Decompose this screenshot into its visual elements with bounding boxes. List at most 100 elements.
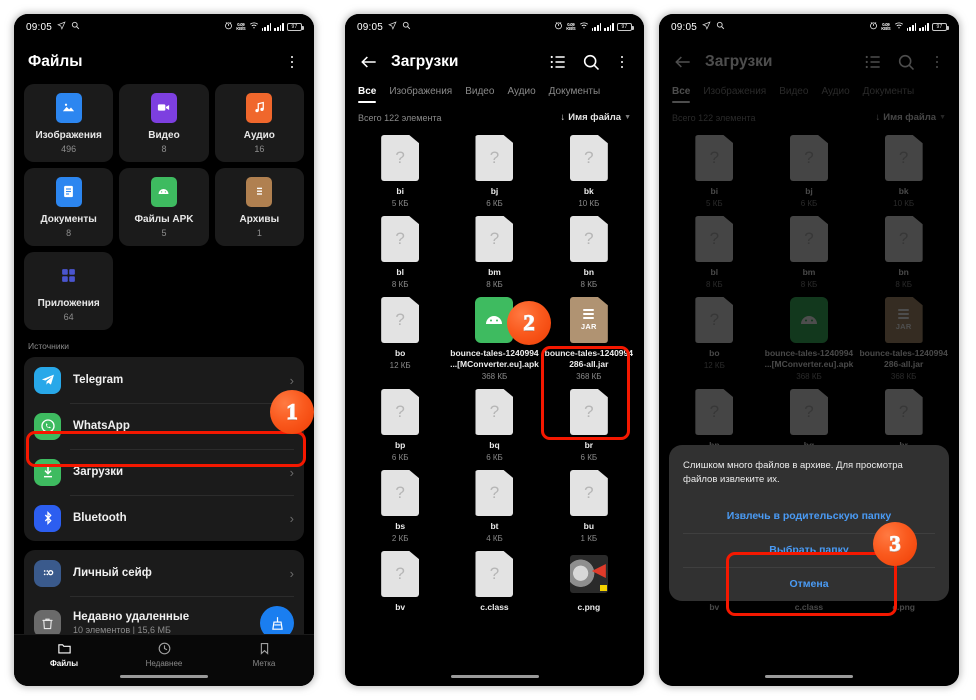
file-tile-jar[interactable]: JAR bounce-tales-1240994 286-all.jar 368… [542, 293, 636, 381]
unknown-file-icon: ? [381, 297, 420, 343]
category-card-video[interactable]: Видео 8 [119, 84, 209, 162]
home-indicator [765, 674, 853, 678]
file-tile-image[interactable]: c.png [542, 547, 636, 613]
jar-file-icon: JAR [884, 297, 923, 343]
category-card-audio[interactable]: Аудио 16 [214, 84, 304, 162]
wifi-icon [249, 21, 259, 33]
tab-documents[interactable]: Документы [863, 86, 915, 103]
list-view-icon[interactable] [548, 52, 568, 72]
tab-images[interactable]: Изображения [389, 86, 452, 103]
sort-control[interactable]: ↓ Имя файла ▼ [876, 112, 946, 123]
back-arrow-icon[interactable] [673, 52, 693, 72]
image-icon [55, 92, 82, 123]
tab-audio[interactable]: Аудио [821, 86, 849, 103]
nav-item-recent[interactable]: Недавнее [114, 641, 214, 668]
phone-screenshot-1: 09:05 0.09 KB/S 97 Файлы Изображения 496… [14, 14, 314, 686]
file-name: bn [583, 267, 595, 277]
file-tile-apk[interactable]: bounce-tales-1240994 ...[MConverter.eu].… [762, 293, 857, 381]
unknown-file-icon: ? [569, 470, 608, 516]
tab-documents[interactable]: Документы [549, 86, 601, 103]
kebab-menu-icon[interactable] [929, 53, 945, 71]
dialog-button-cancel[interactable]: Отмена [669, 567, 949, 601]
category-label: Видео [148, 129, 180, 141]
search-icon [402, 21, 411, 33]
category-count: 8 [161, 143, 167, 154]
unknown-file-icon: ? [475, 389, 514, 435]
file-tile[interactable]: ? bi 5 КБ [353, 131, 447, 208]
file-name: bounce-tales-1240994 286-all.jar [859, 348, 948, 369]
file-name: bq [489, 440, 500, 450]
unknown-file-icon: ? [569, 389, 608, 435]
file-tile[interactable]: ? bn 8 КБ [856, 212, 951, 289]
tab-audio[interactable]: Аудио [507, 86, 535, 103]
file-tile[interactable]: ? c.class [447, 547, 541, 613]
tab-video[interactable]: Видео [465, 86, 494, 103]
file-size: 368 КБ [890, 372, 917, 381]
signal-bars-icon-2 [604, 23, 614, 31]
file-tile[interactable]: ? bk 10 КБ [856, 131, 951, 208]
nav-item-tag[interactable]: Метка [214, 641, 314, 668]
tab-images[interactable]: Изображения [703, 86, 766, 103]
file-name: bs [395, 521, 406, 531]
kebab-menu-icon[interactable] [614, 53, 630, 71]
file-tile[interactable]: ? bj 6 КБ [762, 131, 857, 208]
source-row-bluetooth[interactable]: Bluetooth › [24, 495, 304, 541]
file-tile[interactable]: ? bq 6 КБ [447, 385, 541, 462]
tab-video[interactable]: Видео [779, 86, 808, 103]
extras-row-private-safe[interactable]: Личный сейф › [24, 550, 304, 596]
unknown-file-icon: ? [884, 135, 923, 181]
source-row-whatsapp[interactable]: WhatsApp › [24, 403, 304, 449]
file-tile[interactable]: ? br 6 КБ [542, 385, 636, 462]
bottom-navigation: Файлы Недавнее Метка [14, 634, 314, 686]
file-tile[interactable]: ? bn 8 КБ [542, 212, 636, 289]
jar-icon-label: JAR [895, 322, 912, 331]
unknown-file-icon: ? [381, 135, 420, 181]
file-tile[interactable]: ? bo 12 КБ [667, 293, 762, 381]
image-thumbnail [569, 555, 608, 593]
category-card-documents[interactable]: Документы 8 [24, 168, 114, 246]
tab-all[interactable]: Все [358, 86, 377, 103]
file-name: bm [488, 267, 501, 277]
file-name: bu [583, 521, 595, 531]
file-tile[interactable]: ? bo 12 КБ [353, 293, 447, 381]
unknown-file-icon: ? [381, 216, 420, 262]
file-tile[interactable]: ? bk 10 КБ [542, 131, 636, 208]
category-card-apk[interactable]: Файлы APK 5 [119, 168, 209, 246]
file-tile[interactable]: ? bs 2 КБ [353, 466, 447, 543]
file-tile[interactable]: ? bm 8 КБ [762, 212, 857, 289]
file-name: bk [583, 186, 594, 196]
file-tile[interactable]: ? bu 1 КБ [542, 466, 636, 543]
download-icon [34, 458, 61, 486]
file-tile[interactable]: ? bl 8 КБ [667, 212, 762, 289]
file-tile[interactable]: ? bj 6 КБ [447, 131, 541, 208]
file-name: bn [898, 267, 909, 277]
sort-control[interactable]: ↓ Имя файла ▼ [561, 112, 631, 123]
file-name: c.class [480, 602, 509, 612]
file-tile[interactable]: ? bp 6 КБ [353, 385, 447, 462]
category-label: Архивы [239, 213, 280, 225]
file-size: 10 КБ [893, 199, 915, 208]
kebab-menu-icon[interactable] [284, 53, 300, 71]
file-tile[interactable]: ? bv [353, 547, 447, 613]
file-name: bounce-tales-1240994 ...[MConverter.eu].… [764, 348, 854, 369]
file-tile[interactable]: ? bt 4 КБ [447, 466, 541, 543]
nav-item-files[interactable]: Файлы [14, 641, 114, 668]
source-row-telegram[interactable]: Telegram › [24, 357, 304, 403]
category-card-archives[interactable]: Архивы 1 [214, 168, 304, 246]
source-row-downloads[interactable]: Загрузки › [24, 449, 304, 495]
search-icon[interactable] [896, 52, 916, 72]
list-view-icon[interactable] [863, 52, 883, 72]
unknown-file-icon: ? [475, 470, 514, 516]
sources-list: Telegram › WhatsApp › Загрузки › [24, 357, 304, 541]
back-arrow-icon[interactable] [359, 52, 379, 72]
file-tile[interactable]: ? bm 8 КБ [447, 212, 541, 289]
category-card-apps[interactable]: Приложения 64 [24, 252, 114, 330]
category-card-images[interactable]: Изображения 496 [24, 84, 114, 162]
search-icon[interactable] [581, 52, 601, 72]
file-tile[interactable]: ? bi 5 КБ [667, 131, 762, 208]
file-tile-jar[interactable]: JAR bounce-tales-1240994 286-all.jar 368… [856, 293, 951, 381]
tab-all[interactable]: Все [672, 86, 691, 103]
unknown-file-icon: ? [695, 216, 734, 262]
file-size: 368 КБ [796, 372, 822, 381]
file-tile[interactable]: ? bl 8 КБ [353, 212, 447, 289]
